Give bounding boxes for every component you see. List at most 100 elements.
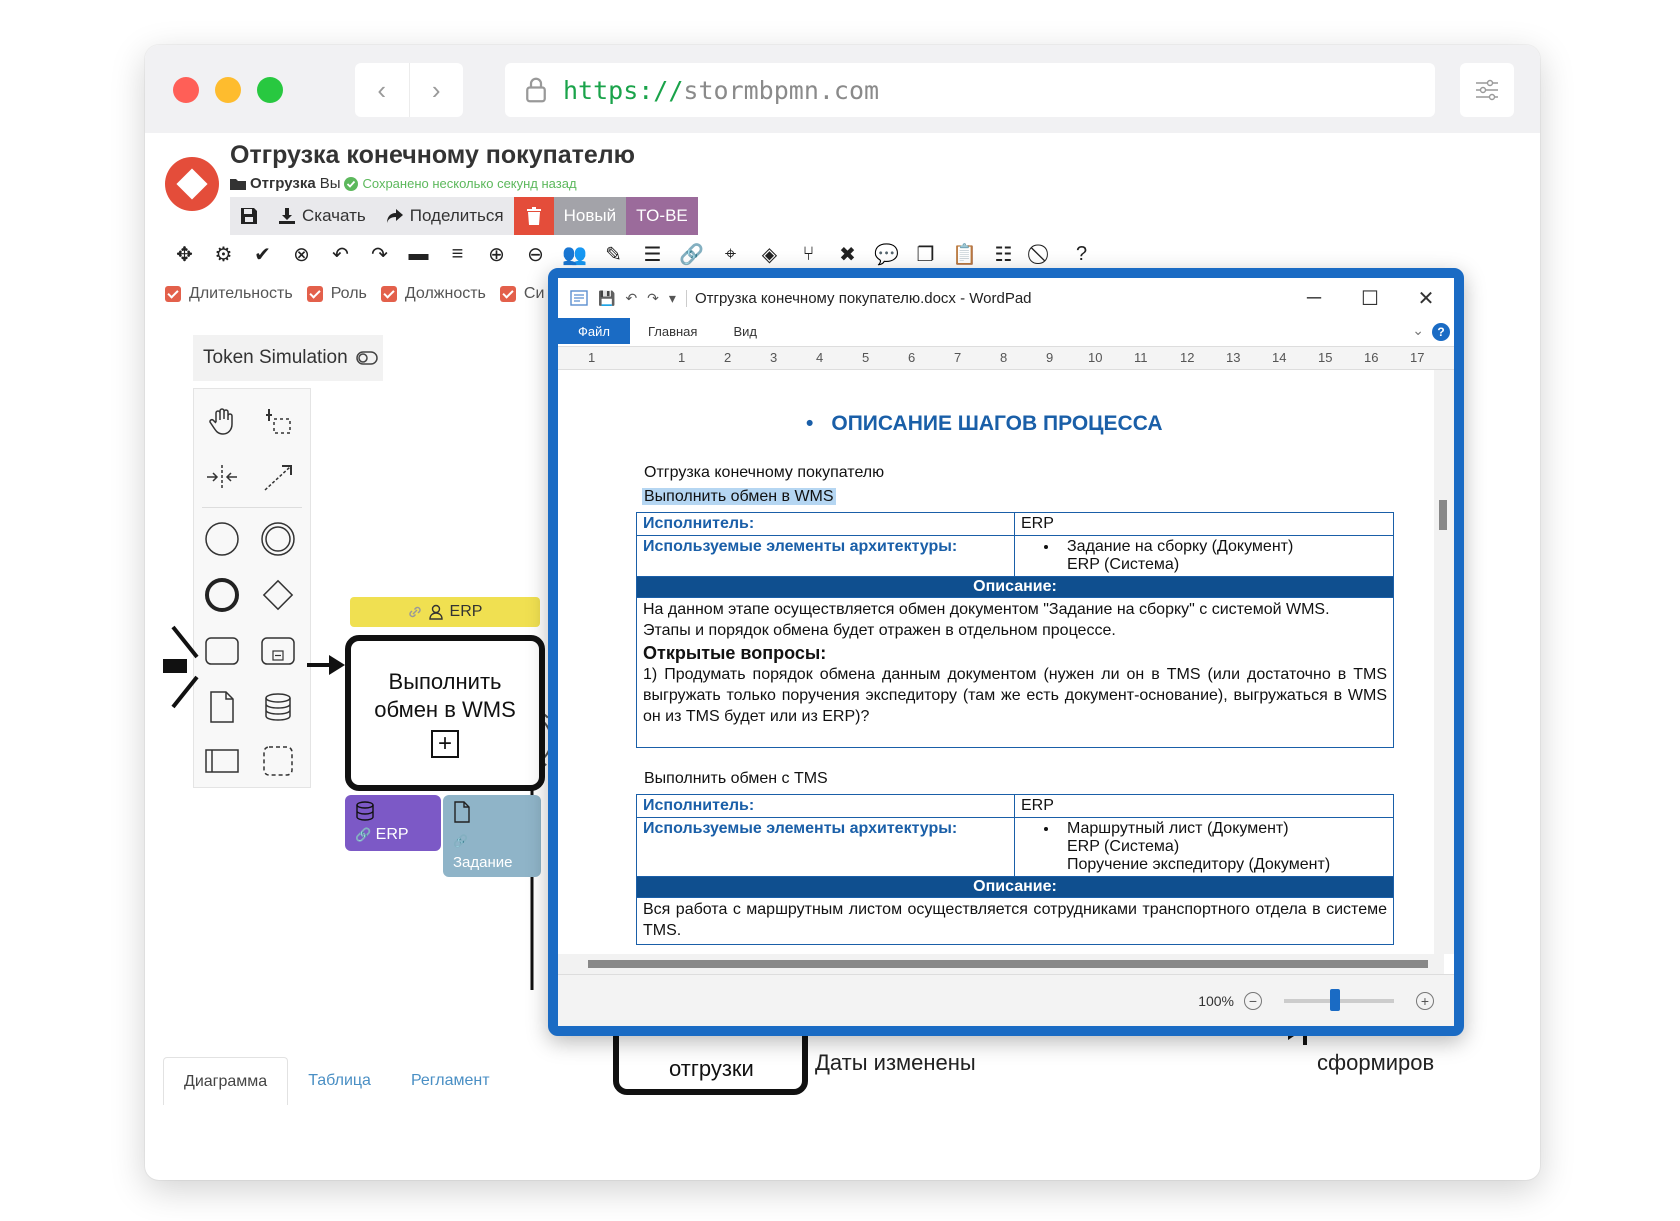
pool-icon[interactable] bbox=[202, 741, 242, 781]
description-header: Описание: bbox=[636, 576, 1394, 598]
url-scheme: https:// bbox=[563, 75, 684, 105]
zoom-in-button[interactable]: + bbox=[1416, 991, 1434, 1010]
space-tool-icon[interactable] bbox=[202, 457, 242, 497]
ribbon-tab-file[interactable]: Файл bbox=[558, 318, 630, 344]
tab-table[interactable]: Таблица bbox=[288, 1057, 391, 1105]
ribbon-collapse-icon[interactable]: ⌄ bbox=[1412, 322, 1424, 339]
back-icon[interactable]: ‹ bbox=[355, 63, 409, 117]
save-icon[interactable]: 💾 bbox=[598, 290, 615, 307]
share-icon bbox=[386, 209, 403, 223]
checkbox-icon[interactable] bbox=[306, 286, 323, 302]
executor-label: Исполнитель: bbox=[636, 512, 1015, 536]
zoom-out-button[interactable]: − bbox=[1244, 991, 1262, 1010]
checkbox-icon[interactable] bbox=[165, 286, 181, 302]
browser-settings-button[interactable] bbox=[1460, 63, 1514, 117]
view-tabs: Диаграмма Таблица Регламент bbox=[163, 1050, 510, 1105]
end-event-icon[interactable] bbox=[202, 575, 242, 615]
download-button[interactable]: Скачать bbox=[268, 197, 376, 235]
intermediate-event-icon[interactable] bbox=[258, 519, 298, 559]
role-lane-label[interactable]: ERP bbox=[350, 597, 540, 627]
close-button[interactable]: ✕ bbox=[1398, 278, 1454, 318]
forward-icon[interactable]: › bbox=[408, 63, 464, 117]
database-icon bbox=[356, 801, 374, 821]
lasso-tool-icon[interactable] bbox=[258, 401, 298, 441]
token-simulation-toggle[interactable]: Token Simulation bbox=[193, 335, 383, 381]
cancel-icon[interactable]: ⊗ bbox=[282, 235, 321, 273]
help-icon[interactable]: ? bbox=[1432, 323, 1450, 341]
minimize-window-button[interactable] bbox=[215, 77, 241, 103]
move-icon[interactable]: ✥ bbox=[165, 235, 204, 273]
status-new-badge[interactable]: Новый bbox=[553, 197, 627, 235]
ribbon-tabs: Файл Главная Вид bbox=[558, 318, 1454, 344]
task-exchange-wms[interactable]: Выполнить обмен в WMS + bbox=[345, 635, 545, 791]
lock-icon bbox=[526, 77, 546, 103]
ribbon-tab-home[interactable]: Главная bbox=[630, 318, 715, 344]
redo-icon[interactable]: ↷ bbox=[647, 290, 659, 307]
maximize-button[interactable]: ☐ bbox=[1342, 278, 1398, 318]
check-icon[interactable]: ✔ bbox=[243, 235, 282, 273]
download-label: Скачать bbox=[302, 206, 366, 225]
close-window-button[interactable] bbox=[173, 77, 199, 103]
redo-icon[interactable]: ↷ bbox=[360, 235, 399, 273]
gateway-icon[interactable] bbox=[258, 575, 298, 615]
data-store-icon[interactable] bbox=[258, 687, 298, 727]
undo-icon[interactable]: ↶ bbox=[321, 235, 360, 273]
start-event-icon[interactable] bbox=[202, 519, 242, 559]
hand-tool-icon[interactable] bbox=[202, 401, 242, 441]
folder-link[interactable]: Отгрузка bbox=[250, 175, 316, 192]
page-title: Отгрузка конечному покупателю bbox=[230, 141, 635, 169]
tab-regulation[interactable]: Регламент bbox=[391, 1057, 510, 1105]
maximize-window-button[interactable] bbox=[257, 77, 283, 103]
executor-value: ERP bbox=[1014, 512, 1394, 536]
scroll-thumb[interactable] bbox=[1439, 500, 1447, 530]
system-chip-erp[interactable]: 🔗 ERP bbox=[345, 795, 441, 851]
customize-toolbar-icon[interactable]: ▾ bbox=[669, 290, 676, 307]
vertical-scrollbar[interactable] bbox=[1434, 370, 1454, 954]
task-icon[interactable] bbox=[202, 631, 242, 671]
zoom-out-icon[interactable]: ⊖ bbox=[516, 235, 555, 273]
save-button[interactable] bbox=[230, 197, 268, 235]
ribbon-tab-view[interactable]: Вид bbox=[715, 318, 775, 344]
expand-icon[interactable]: + bbox=[431, 730, 459, 759]
description-body: На данном этапе осуществляется обмен док… bbox=[636, 596, 1394, 749]
share-button[interactable]: Поделиться bbox=[375, 197, 514, 235]
minimize-button[interactable]: ─ bbox=[1286, 278, 1342, 318]
step1-table: Исполнитель: ERP Используемые элементы а… bbox=[636, 512, 1394, 749]
checkbox-icon[interactable] bbox=[499, 286, 516, 302]
zoom-slider[interactable] bbox=[1284, 988, 1394, 1011]
zoom-in-icon[interactable]: ⊕ bbox=[477, 235, 516, 273]
open-questions-title: Открытые вопросы: bbox=[643, 642, 827, 663]
address-bar[interactable]: https:// stormbpmn.com bbox=[505, 63, 1435, 117]
tab-diagram[interactable]: Диаграмма bbox=[163, 1057, 289, 1105]
align-icon[interactable]: ≡ bbox=[438, 235, 477, 273]
display-options: Длительность Роль Должность Си bbox=[165, 279, 544, 309]
folder-icon bbox=[230, 179, 246, 190]
status-tobe-badge[interactable]: TO-BE bbox=[626, 197, 698, 235]
document-area[interactable]: ОПИСАНИЕ ШАГОВ ПРОЦЕССА Отгрузка конечно… bbox=[558, 370, 1444, 954]
subprocess-icon[interactable] bbox=[258, 631, 298, 671]
undo-icon[interactable]: ↶ bbox=[625, 290, 637, 307]
option-position[interactable]: Должность bbox=[380, 285, 486, 303]
url-host: stormbpmn.com bbox=[683, 75, 880, 105]
status-bar: 100% − + bbox=[558, 974, 1454, 1026]
ruler-icon[interactable]: ▬ bbox=[399, 235, 438, 273]
checkbox-icon[interactable] bbox=[380, 286, 397, 302]
link-icon bbox=[408, 606, 421, 618]
delete-button[interactable] bbox=[513, 197, 554, 235]
zoom-slider-thumb[interactable] bbox=[1330, 988, 1340, 1011]
option-system[interactable]: Си bbox=[499, 285, 544, 303]
connect-tool-icon[interactable] bbox=[258, 457, 298, 497]
step2-table: Исполнитель: ERP Используемые элементы а… bbox=[636, 794, 1394, 945]
group-icon[interactable] bbox=[258, 741, 298, 781]
settings-icon[interactable]: ⚙ bbox=[204, 235, 243, 273]
process-name: Отгрузка конечному покупателю bbox=[644, 464, 885, 481]
option-role[interactable]: Роль bbox=[306, 285, 367, 303]
ruler[interactable]: 1 1 2 3 4 5 6 7 8 9 10 11 12 13 14 15 16… bbox=[558, 346, 1454, 370]
scroll-thumb[interactable] bbox=[588, 960, 1428, 968]
action-bar: Скачать Поделиться Новый TO-BE bbox=[230, 197, 698, 235]
description-header: Описание: bbox=[636, 876, 1394, 898]
option-duration[interactable]: Длительность bbox=[165, 285, 293, 303]
horizontal-scrollbar[interactable] bbox=[558, 954, 1444, 974]
document-chip-task[interactable]: 🔗 Задание на сборку bbox=[443, 795, 541, 892]
data-object-icon[interactable] bbox=[202, 687, 242, 727]
